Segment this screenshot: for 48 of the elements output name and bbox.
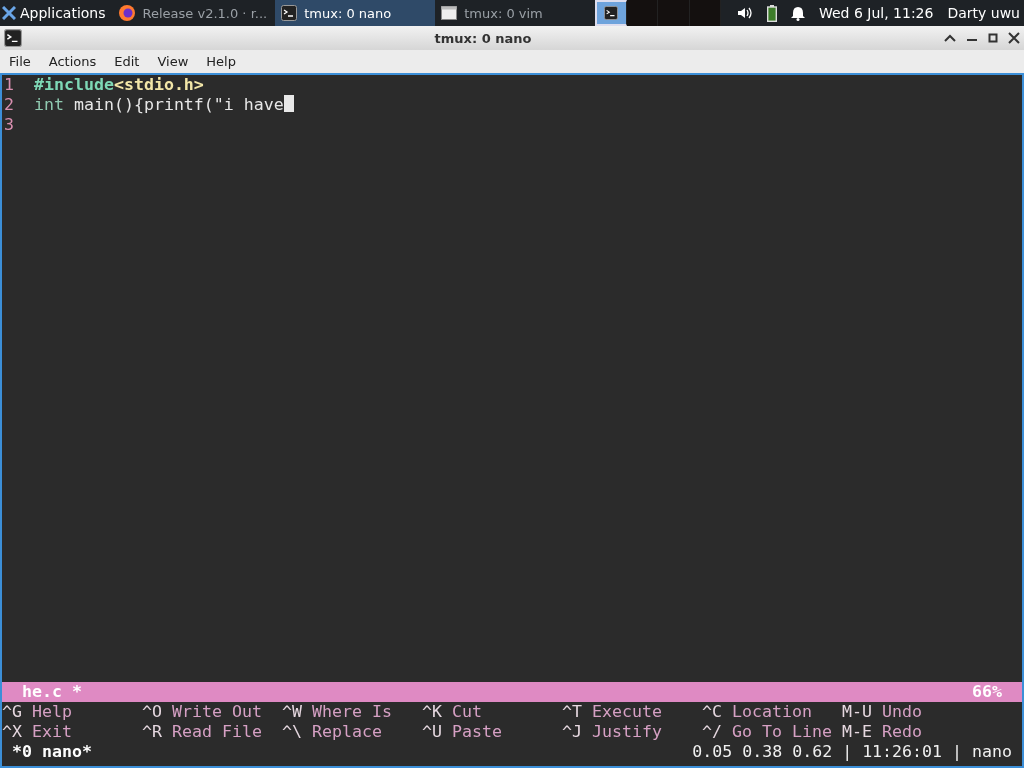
- shortcut-hint: ^R Read File: [142, 722, 263, 742]
- shortcut-hint: ^U Paste: [422, 722, 503, 742]
- taskbar-task[interactable]: tmux: 0 vim: [435, 0, 596, 26]
- bell-icon[interactable]: [790, 5, 805, 21]
- window-title: tmux: 0 nano: [433, 30, 533, 46]
- terminal-icon: [604, 6, 619, 20]
- shortcut-hint: M-E Redo: [842, 722, 923, 742]
- code-line: int main(){printf("i have: [34, 95, 284, 115]
- close-icon[interactable]: [1008, 32, 1020, 44]
- taskbar-task[interactable]: Release v2.1.0 · r...: [111, 0, 276, 26]
- menu-item[interactable]: View: [148, 54, 198, 69]
- xfce-logo-icon: [2, 6, 16, 20]
- menu-item[interactable]: Edit: [105, 54, 149, 69]
- line-number: 1: [4, 75, 15, 95]
- terminal-icon: [4, 29, 22, 47]
- scroll-percent: 66%: [972, 682, 1002, 702]
- shortcut-hint: ^J Justify: [562, 722, 663, 742]
- shade-icon[interactable]: [944, 34, 956, 42]
- text-cursor: [283, 95, 294, 112]
- shortcut-hint: ^T Execute: [562, 702, 663, 722]
- browser-icon: [117, 4, 136, 22]
- volume-icon[interactable]: [736, 6, 753, 20]
- line-number: 3: [4, 115, 15, 135]
- shortcut-hint: ^O Write Out: [142, 702, 263, 722]
- user-name[interactable]: Darty uwu: [947, 5, 1020, 21]
- menu-item[interactable]: Help: [197, 54, 245, 69]
- tmux-window: *0 nano*: [12, 742, 92, 762]
- shortcut-hint: ^K Cut: [422, 702, 483, 722]
- menu-item[interactable]: Actions: [39, 54, 106, 69]
- maximize-icon[interactable]: [988, 33, 998, 43]
- applications-menu[interactable]: Applications: [0, 0, 112, 26]
- file-name: he.c *: [22, 682, 82, 702]
- window-icon: [441, 6, 458, 20]
- battery-icon[interactable]: [766, 4, 777, 22]
- line-number: 2: [4, 95, 15, 115]
- code-line: #include<stdio.h>: [34, 75, 204, 95]
- menu-item[interactable]: File: [0, 54, 40, 69]
- taskbar-task[interactable]: tmux: 0 nano: [275, 0, 436, 26]
- shortcut-hint: ^X Exit: [2, 722, 73, 742]
- clock[interactable]: Wed 6 Jul, 11:26: [818, 5, 934, 21]
- shortcut-hint: M-U Undo: [842, 702, 923, 722]
- shortcut-hint: ^G Help: [2, 702, 73, 722]
- shortcut-hint: ^/ Go To Line: [702, 722, 833, 742]
- shortcut-hint: ^C Location: [702, 702, 813, 722]
- shortcut-hint: ^\ Replace: [282, 722, 383, 742]
- shortcut-hint: ^W Where Is: [282, 702, 393, 722]
- terminal-icon: [281, 5, 298, 21]
- tmux-status: 0.05 0.38 0.62 | 11:26:01 | nano: [692, 742, 1012, 762]
